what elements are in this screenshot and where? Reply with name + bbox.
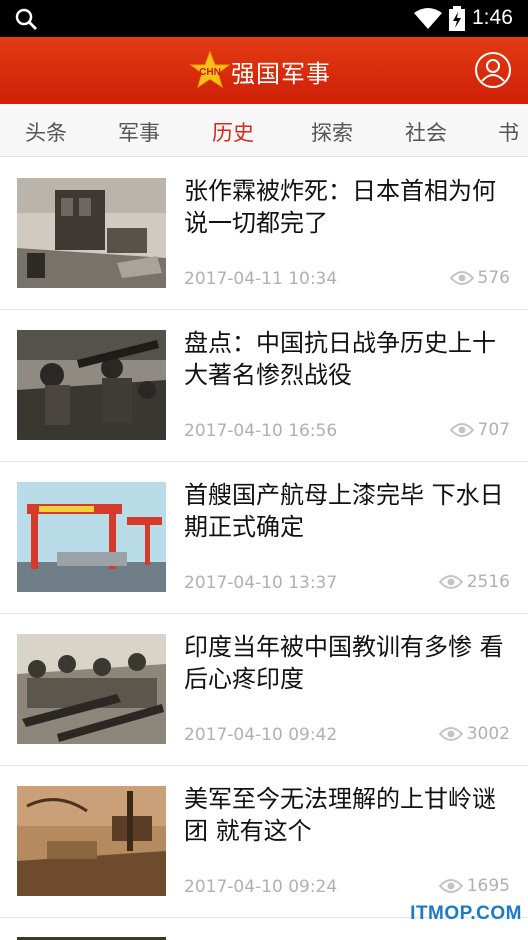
view-count: 576 [477,268,510,288]
category-tabs: 头条 军事 历史 探索 社会 书 [0,104,528,157]
list-item[interactable]: 印度当年被中国教训有多惨 看后心疼印度 2017-04-10 09:42 300… [0,613,528,766]
article-title[interactable]: 美军至今无法理解的上甘岭谜团 就有这个 [184,783,510,847]
eye-icon [438,879,463,893]
app-title: 强国军事 [231,60,331,88]
tab-military[interactable]: 军事 [118,117,160,147]
article-date: 2017-04-10 09:24 [184,877,338,897]
list-item[interactable]: 首艘国产航母上漆完毕 下水日期正式确定 2017-04-10 13:37 251… [0,461,528,614]
wifi-icon [414,8,442,29]
article-date: 2017-04-11 10:34 [184,269,338,289]
article-views: 1695 [438,876,510,896]
article-views: 2516 [438,572,510,592]
app-header: CHN 强国军事 [0,37,528,104]
article-date: 2017-04-10 09:42 [184,725,338,745]
article-thumbnail [17,786,166,896]
article-thumbnail [17,178,166,288]
star-logo-icon: CHN [190,51,230,89]
article-title[interactable]: 张作霖被炸死：日本首相为何说一切都完了 [184,175,510,239]
battery-icon [449,6,465,31]
list-item[interactable]: 美军至今无法理解的上甘岭谜团 就有这个 2017-04-10 09:24 169… [0,765,528,918]
article-date: 2017-04-10 13:37 [184,573,338,593]
view-count: 707 [477,420,510,440]
eye-icon [449,271,474,285]
list-item[interactable]: 张作霖被炸死：日本首相为何说一切都完了 2017-04-11 10:34 576 [0,157,528,310]
tab-society[interactable]: 社会 [405,117,447,147]
tab-history[interactable]: 历史 [212,117,254,147]
logo-text: CHN [199,67,221,78]
article-thumbnail [17,634,166,744]
search-icon[interactable] [14,7,38,31]
article-thumbnail [17,330,166,440]
article-title[interactable]: 印度当年被中国教训有多惨 看后心疼印度 [184,631,510,695]
article-views: 576 [449,268,510,288]
view-count: 3002 [466,724,510,744]
eye-icon [449,423,474,437]
watermark: ITMOP.COM [410,903,522,924]
article-thumbnail [17,482,166,592]
article-views: 707 [449,420,510,440]
list-item[interactable]: 盘点：中国抗日战争历史上十大著名惨烈战役 2017-04-10 16:56 70… [0,309,528,462]
clock: 1:46 [472,6,513,29]
view-count: 2516 [466,572,510,592]
view-count: 1695 [466,876,510,896]
tab-more[interactable]: 书 [498,117,519,147]
article-views: 3002 [438,724,510,744]
tab-headlines[interactable]: 头条 [25,117,67,147]
tab-explore[interactable]: 探索 [311,117,353,147]
user-icon[interactable] [474,51,512,89]
article-title[interactable]: 首艘国产航母上漆完毕 下水日期正式确定 [184,479,510,543]
status-bar: 1:46 [0,0,528,37]
eye-icon [438,575,463,589]
article-title[interactable]: 盘点：中国抗日战争历史上十大著名惨烈战役 [184,327,510,391]
eye-icon [438,727,463,741]
article-date: 2017-04-10 16:56 [184,421,338,441]
